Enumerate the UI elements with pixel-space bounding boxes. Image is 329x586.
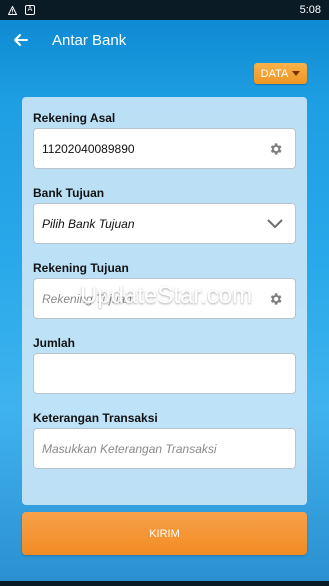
app-bar: Antar Bank (0, 20, 329, 60)
keterangan-field[interactable]: Masukkan Keterangan Transaksi (33, 428, 296, 469)
bank-tujuan-value: Pilih Bank Tujuan (42, 216, 135, 231)
page-title: Antar Bank (52, 31, 127, 49)
watermark: UpdateStar.com (80, 282, 253, 309)
data-dropdown-button[interactable]: DATA (254, 63, 307, 84)
jumlah-input[interactable] (42, 365, 295, 382)
bank-tujuan-label: Bank Tujuan (33, 186, 105, 200)
warning-icon (8, 5, 17, 15)
kirim-label: KIRIM (149, 527, 180, 540)
keterangan-label: Keterangan Transaksi (33, 411, 158, 425)
gear-icon[interactable] (268, 291, 283, 306)
bank-tujuan-select[interactable]: Pilih Bank Tujuan (33, 203, 296, 244)
rekening-tujuan-label: Rekening Tujuan (33, 261, 129, 275)
rekening-asal-value: 11202040089890 (42, 141, 135, 156)
rekening-asal-label: Rekening Asal (33, 111, 116, 125)
arrow-left-icon (14, 34, 28, 46)
keterangan-placeholder: Masukkan Keterangan Transaksi (42, 441, 217, 456)
nav-bar-strip (0, 581, 329, 586)
status-bar: A 5:08 (0, 0, 329, 20)
jumlah-field[interactable] (33, 353, 296, 394)
status-icons: A (8, 5, 35, 15)
data-button-label: DATA (260, 67, 289, 80)
jumlah-label: Jumlah (33, 336, 76, 350)
rekening-asal-field[interactable]: 11202040089890 (33, 128, 296, 169)
caret-down-icon (292, 71, 301, 76)
notification-icon: A (25, 5, 35, 15)
back-button[interactable] (0, 20, 40, 60)
gear-icon[interactable] (268, 141, 283, 156)
status-time: 5:08 (299, 4, 321, 16)
kirim-button[interactable]: KIRIM (22, 512, 307, 555)
chevron-down-icon (267, 218, 283, 229)
